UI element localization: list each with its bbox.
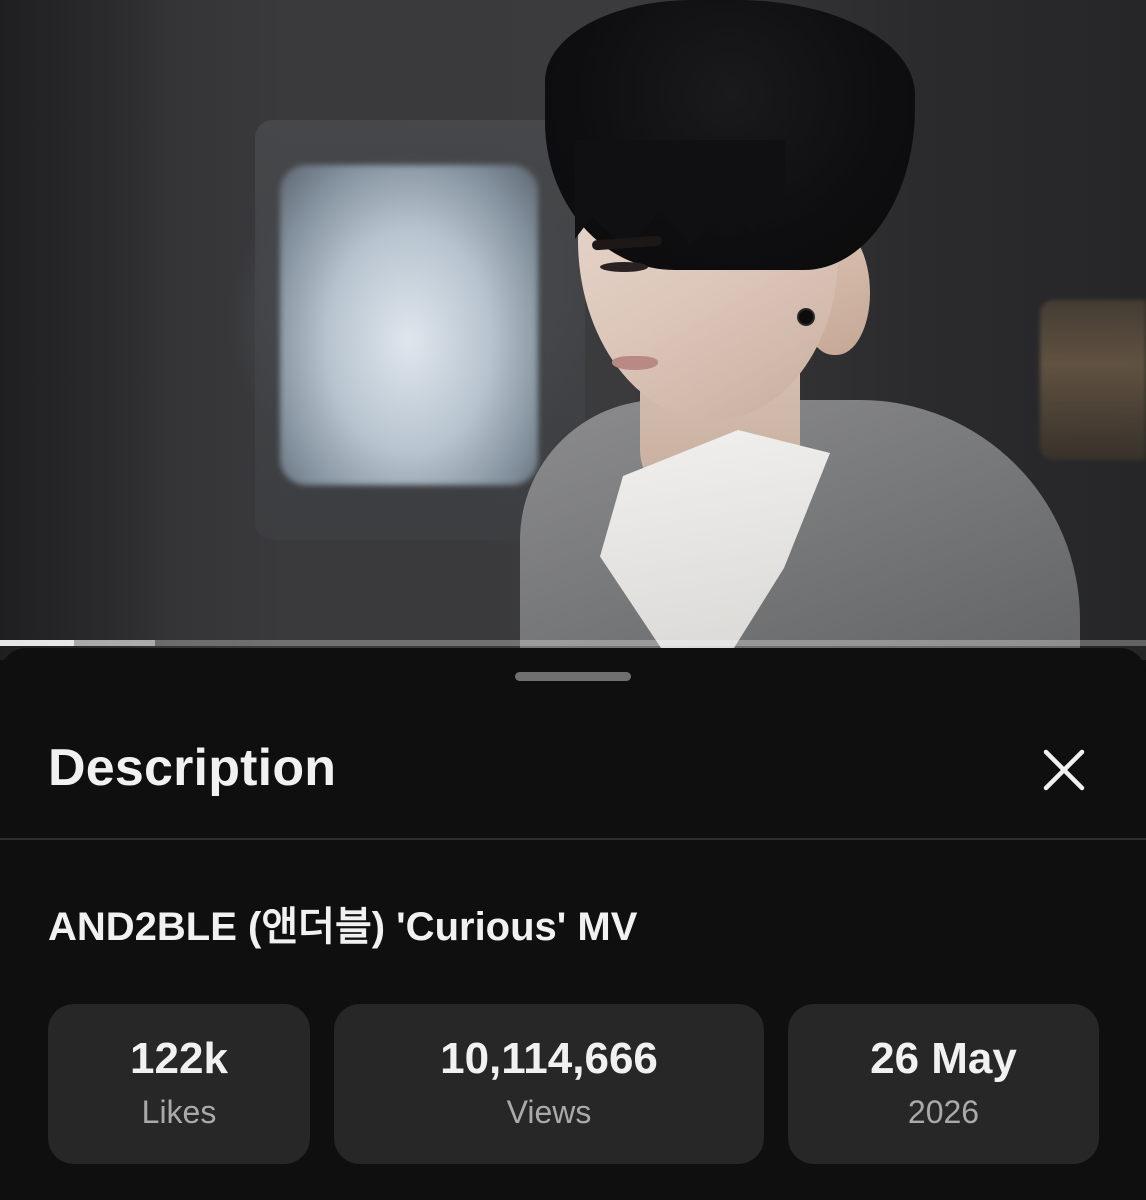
drag-handle[interactable] (515, 672, 631, 681)
video-frame-person (0, 0, 1146, 660)
publish-year: 2026 (907, 1094, 980, 1130)
person-eye (600, 262, 648, 272)
person-hair (545, 0, 915, 270)
likes-stat: 122k Likes (48, 1004, 310, 1164)
person-lips (612, 356, 658, 370)
header-divider (0, 838, 1146, 840)
views-count: 10,114,666 (440, 1034, 658, 1083)
views-label: Views (506, 1094, 592, 1130)
person-suit (520, 400, 1080, 660)
likes-count: 122k (130, 1034, 228, 1083)
video-player[interactable] (0, 0, 1146, 660)
person-earring (799, 310, 813, 324)
video-title: AND2BLE (앤더블) 'Curious' MV (48, 905, 638, 949)
close-button[interactable] (1036, 742, 1092, 798)
sheet-title: Description (48, 739, 337, 797)
likes-label: Likes (141, 1094, 217, 1130)
publish-day-month: 26 May (870, 1034, 1017, 1083)
description-screen: Description AND2BLE (앤더블) 'Curious' MV 1… (0, 0, 1146, 1200)
video-buffer-fill (74, 640, 155, 646)
publish-date-stat: 26 May 2026 (788, 1004, 1099, 1164)
video-progress-bar[interactable] (0, 640, 1146, 646)
stats-row: 122k Likes 10,114,666 Views 26 May 2026 (0, 1004, 1146, 1164)
close-icon (1043, 749, 1085, 791)
views-stat: 10,114,666 Views (334, 1004, 764, 1164)
video-progress-fill (0, 640, 75, 646)
description-sheet: Description AND2BLE (앤더블) 'Curious' MV 1… (0, 648, 1146, 1200)
